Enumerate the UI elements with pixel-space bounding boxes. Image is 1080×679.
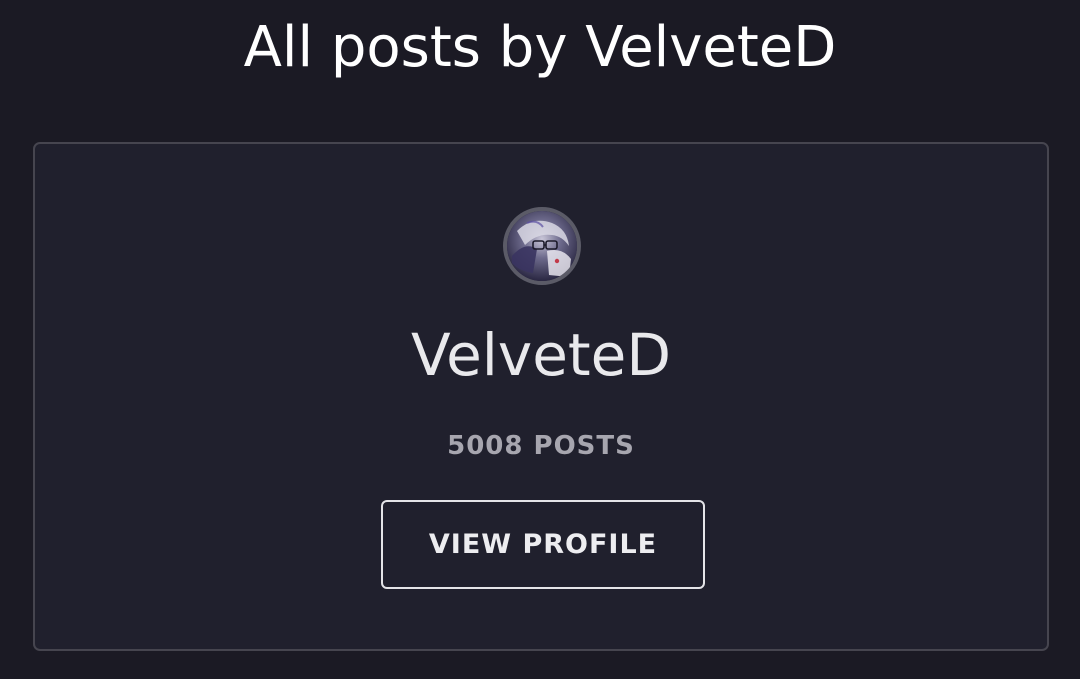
avatar[interactable] bbox=[503, 207, 581, 285]
profile-card: VelveteD 5008 POSTS VIEW PROFILE bbox=[33, 142, 1049, 651]
posts-page: All posts by VelveteD VelveteD 5008 POST… bbox=[0, 0, 1080, 679]
post-count: 5008 POSTS bbox=[447, 431, 635, 461]
view-profile-button[interactable]: VIEW PROFILE bbox=[381, 500, 705, 589]
page-title: All posts by VelveteD bbox=[243, 15, 837, 80]
avatar-image bbox=[507, 211, 577, 281]
username: VelveteD bbox=[410, 321, 672, 389]
